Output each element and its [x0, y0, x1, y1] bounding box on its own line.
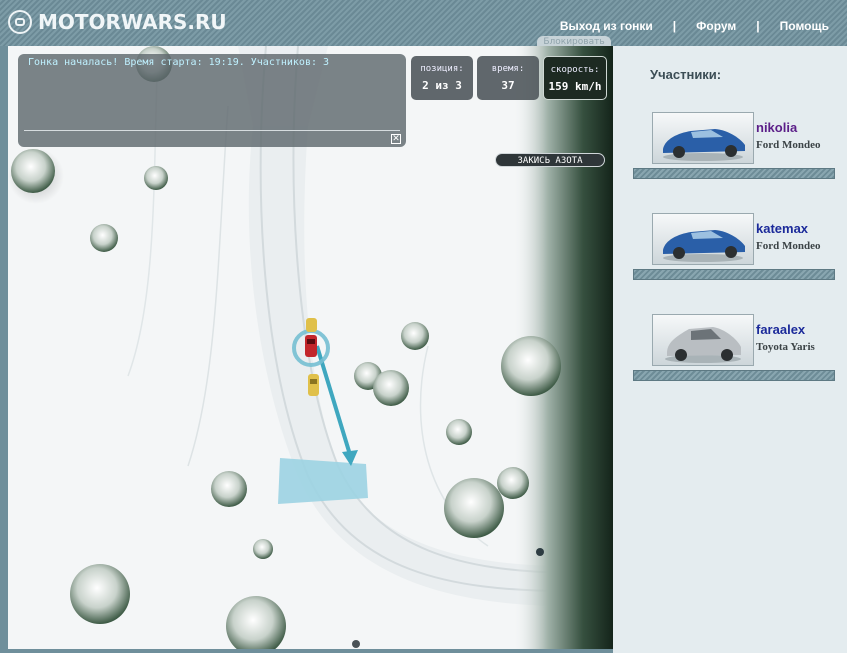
participant-divider: [633, 370, 835, 381]
logo-text: MOTORWARS.RU: [38, 10, 227, 34]
participant-divider: [633, 168, 835, 179]
forum-link[interactable]: Форум: [696, 19, 736, 33]
site-logo[interactable]: MOTORWARS.RU: [8, 10, 227, 34]
car-thumbnail: [652, 213, 754, 265]
logo-icon: [8, 10, 32, 34]
speed-stat: скорость: 159 km/h: [543, 56, 607, 100]
close-icon[interactable]: ✕: [391, 134, 401, 144]
game-viewport[interactable]: Гонка началась! Время старта: 19:19. Уча…: [8, 46, 613, 649]
participant-name[interactable]: faraalex: [756, 322, 805, 337]
car-thumbnail: [652, 112, 754, 164]
participant-name[interactable]: nikolia: [756, 120, 797, 135]
participants-title: Участники:: [650, 67, 722, 82]
player-car: [305, 335, 317, 357]
time-label: время:: [491, 64, 525, 74]
top-nav: Выход из гонки | Форум | Помощь: [560, 19, 829, 33]
participant-car: Ford Mondeo: [756, 139, 821, 151]
race-log-message: Гонка началась! Время старта: 19:19. Уча…: [28, 57, 330, 68]
log-divider: [24, 130, 400, 131]
position-value: 2 из 3: [422, 79, 462, 92]
participant-card[interactable]: faraalex Toyota Yaris: [633, 306, 839, 381]
exit-race-link[interactable]: Выход из гонки: [560, 19, 653, 33]
speed-label: скорость:: [550, 65, 600, 75]
car-thumbnail: [652, 314, 754, 366]
top-bar: MOTORWARS.RU Выход из гонки | Форум | По…: [0, 0, 847, 46]
nav-separator: |: [672, 19, 677, 33]
time-stat: время: 37: [477, 56, 539, 100]
participant-name[interactable]: katemax: [756, 221, 808, 236]
participant-card[interactable]: nikolia Ford Mondeo: [633, 104, 839, 179]
position-stat: позиция: 2 из 3: [411, 56, 473, 100]
participant-divider: [633, 269, 835, 280]
help-link[interactable]: Помощь: [780, 19, 829, 33]
participant-car: Toyota Yaris: [756, 341, 815, 353]
participant-car: Ford Mondeo: [756, 240, 821, 252]
time-value: 37: [501, 79, 515, 92]
nitro-button[interactable]: ЗАКИСЬ АЗОТА: [495, 153, 605, 167]
nav-separator: |: [756, 19, 760, 33]
participants-panel: Участники: nikolia Ford Mondeo katemax F…: [613, 46, 847, 653]
position-label: позиция:: [420, 64, 464, 74]
speed-value: 159 km/h: [548, 80, 602, 93]
race-log-panel: Гонка началась! Время старта: 19:19. Уча…: [18, 54, 406, 147]
participant-card[interactable]: katemax Ford Mondeo: [633, 205, 839, 280]
